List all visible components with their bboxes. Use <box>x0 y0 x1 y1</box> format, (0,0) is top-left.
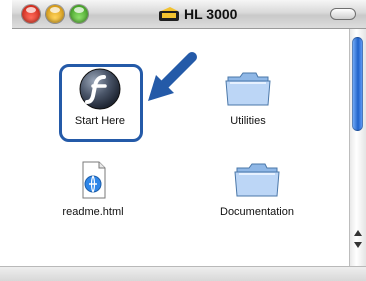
toolbar-toggle-button[interactable] <box>330 8 356 20</box>
vertical-scrollbar[interactable] <box>349 29 366 266</box>
scrollbar-thumb[interactable] <box>352 37 363 131</box>
zoom-button[interactable] <box>70 5 88 23</box>
start-here-item[interactable]: Start Here <box>60 65 140 139</box>
scroll-up-arrow[interactable] <box>354 230 362 236</box>
printer-disk-icon <box>158 6 180 22</box>
finder-window: HL 3000 Start Here Utilities readme.html… <box>0 0 366 281</box>
callout-arrow-icon <box>148 52 197 101</box>
finder-content: Start Here Utilities readme.html Documen… <box>12 29 350 266</box>
window-title-group: HL 3000 <box>158 4 237 24</box>
utilities-item[interactable]: Utilities <box>208 67 288 127</box>
documentation-label: Documentation <box>220 206 294 218</box>
readme-label: readme.html <box>62 206 124 218</box>
title-bar[interactable]: HL 3000 <box>12 0 366 29</box>
utilities-label: Utilities <box>230 115 266 127</box>
folder-icon <box>231 158 283 202</box>
window-title: HL 3000 <box>184 6 238 22</box>
minimize-button[interactable] <box>46 5 64 23</box>
close-button[interactable] <box>22 5 40 23</box>
documentation-item[interactable]: Documentation <box>202 158 312 218</box>
scroll-down-arrow[interactable] <box>354 242 362 248</box>
readme-item[interactable]: readme.html <box>48 158 138 218</box>
flash-icon <box>78 67 122 111</box>
folder-icon <box>222 67 274 111</box>
start-here-label: Start Here <box>74 115 126 127</box>
html-document-icon <box>71 158 115 202</box>
window-bottom-bar <box>0 266 366 281</box>
